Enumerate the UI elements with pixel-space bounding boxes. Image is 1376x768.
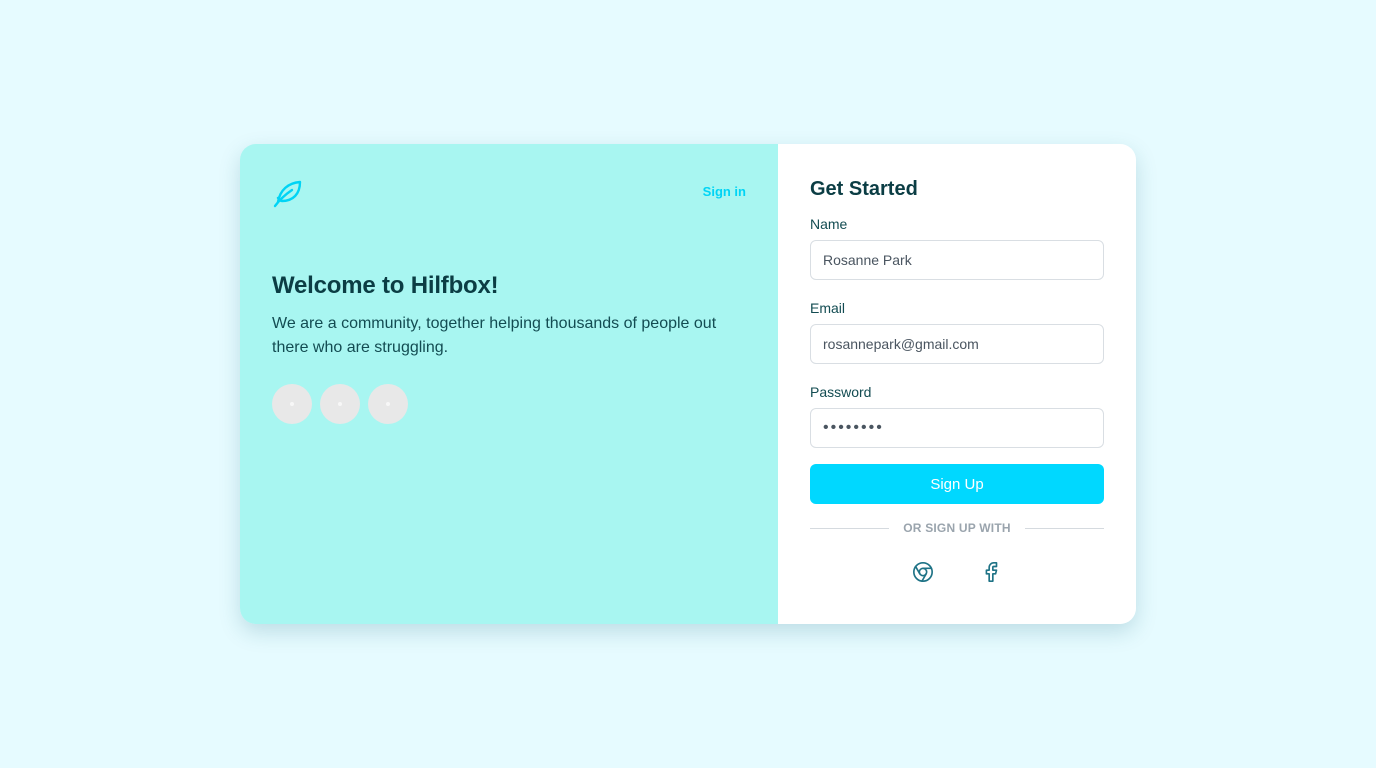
welcome-title: Welcome to Hilfbox! (272, 272, 499, 299)
divider-line (810, 527, 889, 529)
divider-text: OR SIGN UP WITH (903, 521, 1011, 535)
password-label: Password (810, 384, 872, 400)
name-label: Name (810, 216, 848, 232)
avatar (272, 384, 312, 424)
social-divider: OR SIGN UP WITH (810, 520, 1104, 536)
welcome-panel: Sign in Welcome to Hilfbox! We are a com… (240, 144, 778, 624)
form-title: Get Started (810, 178, 918, 200)
email-label: Email (810, 300, 846, 316)
email-input[interactable] (810, 324, 1104, 364)
signup-card: Sign in Welcome to Hilfbox! We are a com… (240, 144, 1136, 624)
leaf-logo-icon (273, 180, 302, 208)
welcome-description: We are a community, together helping tho… (272, 315, 717, 356)
name-input[interactable] (810, 240, 1104, 280)
password-input[interactable] (810, 408, 1104, 448)
chrome-icon (913, 562, 933, 582)
avatar (320, 384, 360, 424)
facebook-signup-button[interactable] (979, 560, 1003, 584)
avatar (368, 384, 408, 424)
divider-line (1024, 527, 1104, 529)
signup-form-panel: Get Started Name Email Password Sign Up … (778, 144, 1136, 624)
chrome-signup-button[interactable] (911, 560, 935, 584)
sign-up-button[interactable]: Sign Up (810, 464, 1104, 504)
sign-in-link[interactable]: Sign in (703, 184, 746, 199)
facebook-icon (985, 562, 998, 582)
avatar-group (272, 384, 408, 424)
